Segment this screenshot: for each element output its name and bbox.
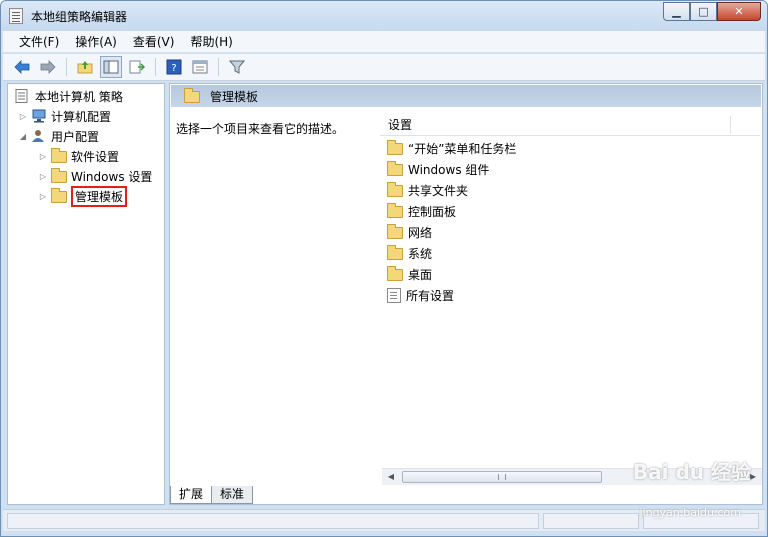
scroll-thumb[interactable]	[402, 471, 602, 483]
list-item-label: Windows 组件	[408, 162, 490, 177]
toolbar: ?	[3, 54, 765, 81]
tree-label: 本地计算机 策略	[35, 89, 123, 104]
tree-label-highlighted: 管理模板	[71, 185, 128, 207]
section-header: 管理模板	[171, 85, 761, 107]
app-window: 本地组策略编辑器 ▁ □ ✕ 文件(F) 操作(A) 查看(V) 帮助(H) ?…	[0, 0, 768, 537]
folder-icon	[51, 188, 67, 203]
tree-item-windows-settings[interactable]: ▷ Windows 设置	[38, 167, 152, 185]
view-tabs: 扩展 标准	[170, 486, 254, 504]
list-item-label: 网络	[408, 225, 433, 240]
tab-extended[interactable]: 扩展	[170, 486, 213, 504]
list-item-label: 桌面	[408, 267, 433, 282]
window-title: 本地组策略编辑器	[31, 10, 128, 24]
forward-arrow-icon[interactable]	[37, 56, 59, 78]
svg-text:?: ?	[171, 63, 176, 74]
user-icon	[31, 129, 47, 143]
menu-action[interactable]: 操作(A)	[67, 31, 125, 53]
maximize-button[interactable]: □	[690, 2, 717, 21]
tree-item-user-config[interactable]: ◢ 用户配置	[18, 127, 99, 145]
list-item[interactable]: 网络	[384, 222, 432, 242]
column-header-setting[interactable]: 设置	[380, 114, 760, 136]
menu-bar: 文件(F) 操作(A) 查看(V) 帮助(H)	[3, 31, 765, 53]
folder-icon	[387, 266, 403, 281]
list-item-label: “开始”菜单和任务栏	[408, 141, 517, 156]
list-item-label: 共享文件夹	[408, 183, 469, 198]
list-item-label: 所有设置	[406, 288, 455, 303]
folder-icon	[51, 148, 67, 163]
list-item[interactable]: Windows 组件	[384, 159, 489, 179]
watermark-url: jingyan.baidu.com	[639, 506, 741, 519]
toolbar-separator	[155, 58, 156, 76]
list-item[interactable]: “开始”菜单和任务栏	[384, 138, 516, 158]
menu-view[interactable]: 查看(V)	[125, 31, 183, 53]
list-item[interactable]: 系统	[384, 243, 432, 263]
list-item-label: 控制面板	[408, 204, 457, 219]
folder-icon	[387, 224, 403, 239]
collapse-arrow-icon[interactable]: ◢	[18, 132, 28, 141]
minimize-button[interactable]: ▁	[663, 2, 690, 21]
window-controls: ▁ □ ✕	[663, 2, 761, 22]
scroll-left-arrow-icon[interactable]: ◀	[384, 471, 398, 483]
expand-arrow-icon[interactable]: ▷	[38, 172, 48, 181]
expand-arrow-icon[interactable]: ▷	[38, 152, 48, 161]
folder-icon	[184, 88, 200, 103]
folder-icon	[387, 203, 403, 218]
column-divider[interactable]	[730, 116, 731, 134]
section-title: 管理模板	[210, 89, 259, 104]
properties-icon[interactable]	[189, 56, 211, 78]
all-settings-icon	[387, 287, 401, 303]
folder-icon	[51, 168, 67, 183]
up-folder-icon[interactable]	[74, 56, 96, 78]
filter-icon[interactable]	[226, 56, 248, 78]
description-text: 选择一个项目来查看它的描述。	[176, 122, 345, 136]
expand-arrow-icon[interactable]: ▷	[38, 192, 48, 201]
tree-root[interactable]: 本地计算机 策略	[12, 87, 123, 105]
menu-file[interactable]: 文件(F)	[11, 31, 67, 53]
expand-arrow-icon[interactable]: ▷	[18, 112, 28, 121]
close-button[interactable]: ✕	[717, 2, 761, 21]
tree-label: 用户配置	[51, 129, 100, 144]
tree-label: 软件设置	[71, 149, 120, 164]
export-list-icon[interactable]	[126, 56, 148, 78]
policy-editor-icon	[9, 8, 23, 24]
folder-icon	[387, 161, 403, 176]
scroll-grip	[498, 474, 506, 480]
folder-icon	[387, 182, 403, 197]
tab-standard[interactable]: 标准	[211, 486, 254, 504]
details-pane: 管理模板 选择一个项目来查看它的描述。 设置 “开始”菜单和任务栏 Window…	[169, 83, 763, 505]
tree-label: 计算机配置	[51, 109, 112, 124]
status-cell	[543, 513, 639, 529]
menu-help[interactable]: 帮助(H)	[182, 31, 240, 53]
policy-document-icon	[15, 89, 31, 103]
back-arrow-icon[interactable]	[11, 56, 33, 78]
tree-item-admin-templates[interactable]: ▷ 管理模板	[38, 185, 128, 207]
tree-item-software-settings[interactable]: ▷ 软件设置	[38, 147, 119, 165]
help-icon[interactable]: ?	[163, 56, 185, 78]
status-cell	[7, 513, 539, 529]
list-item[interactable]: 桌面	[384, 264, 432, 284]
toolbar-separator	[66, 58, 67, 76]
list-item-label: 系统	[408, 246, 433, 261]
folder-icon	[387, 140, 403, 155]
tree-pane: 本地计算机 策略 ▷ 计算机配置 ◢ 用户配置 ▷ 软件设置 ▷ Windows…	[7, 83, 165, 505]
list-item[interactable]: 所有设置	[384, 285, 454, 305]
list-item[interactable]: 共享文件夹	[384, 180, 468, 200]
folder-icon	[387, 245, 403, 260]
tree-item-computer-config[interactable]: ▷ 计算机配置	[18, 107, 111, 125]
show-hide-tree-icon[interactable]	[100, 56, 122, 78]
watermark-logo: Bai du 经验	[632, 460, 751, 484]
column-header-label: 设置	[388, 118, 413, 132]
list-item[interactable]: 控制面板	[384, 201, 456, 221]
toolbar-separator	[218, 58, 219, 76]
settings-list: 设置 “开始”菜单和任务栏 Windows 组件 共享文件夹 控制面板 网络 系…	[380, 108, 762, 496]
tree-label: Windows 设置	[71, 169, 153, 184]
computer-icon	[31, 109, 47, 123]
title-bar: 本地组策略编辑器 ▁ □ ✕	[1, 1, 767, 31]
